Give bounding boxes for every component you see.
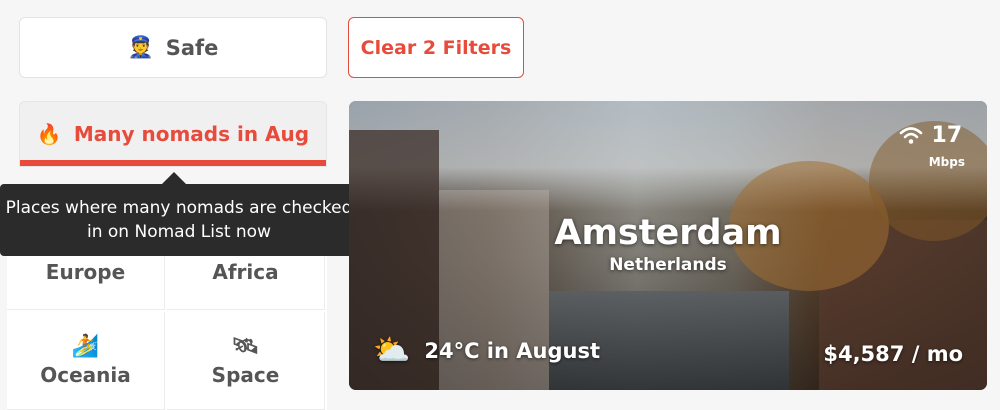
cost-of-living: $4,587 / mo <box>823 342 963 366</box>
region-grid: Europe Africa 🏄 Oceania 🛰 Space <box>7 234 327 410</box>
many-nomads-filter-label: Many nomads in Aug <box>73 122 310 146</box>
fire-icon: 🔥 <box>36 122 62 146</box>
sun-behind-cloud-icon: ⛅ <box>373 333 411 368</box>
weather-info: ⛅ 24°C in August <box>373 333 600 368</box>
country-name: Netherlands <box>609 255 727 275</box>
internet-speed: 17 Mbps <box>899 125 965 173</box>
satellite-icon: 🛰 <box>231 334 260 359</box>
city-card[interactable]: 17 Mbps Amsterdam Netherlands ⛅ 24°C in … <box>349 101 987 390</box>
clear-filters-button[interactable]: Clear 2 Filters <box>348 17 524 78</box>
region-label: Oceania <box>40 363 131 387</box>
region-label: Africa <box>212 259 279 284</box>
safe-filter-label: Safe <box>165 35 219 60</box>
weather-text: 24°C in August <box>424 338 600 363</box>
safe-filter-button[interactable]: 👮 Safe <box>19 17 327 78</box>
city-heading: Amsterdam Netherlands <box>349 213 987 275</box>
many-nomads-filter-button[interactable]: 🔥 Many nomads in Aug <box>19 101 327 167</box>
city-name: Amsterdam <box>554 213 782 253</box>
tooltip-line-1: Places where many nomads are checked <box>5 198 353 218</box>
clear-filters-label: Clear 2 Filters <box>360 36 512 59</box>
surfer-icon: 🏄 <box>71 334 100 359</box>
police-officer-icon: 👮 <box>127 35 154 59</box>
internet-speed-value: 17 <box>931 123 963 148</box>
region-oceania[interactable]: 🏄 Oceania <box>7 312 165 410</box>
tooltip-line-2: in on Nomad List now <box>87 222 271 242</box>
region-label: Space <box>211 363 280 387</box>
filter-tooltip: Places where many nomads are checked in … <box>0 172 358 256</box>
tooltip-arrow <box>161 172 187 185</box>
active-filter-underline <box>20 160 326 166</box>
internet-speed-unit: Mbps <box>928 155 965 169</box>
region-label: Europe <box>45 259 126 284</box>
region-space[interactable]: 🛰 Space <box>167 312 325 410</box>
wifi-icon <box>899 127 923 144</box>
